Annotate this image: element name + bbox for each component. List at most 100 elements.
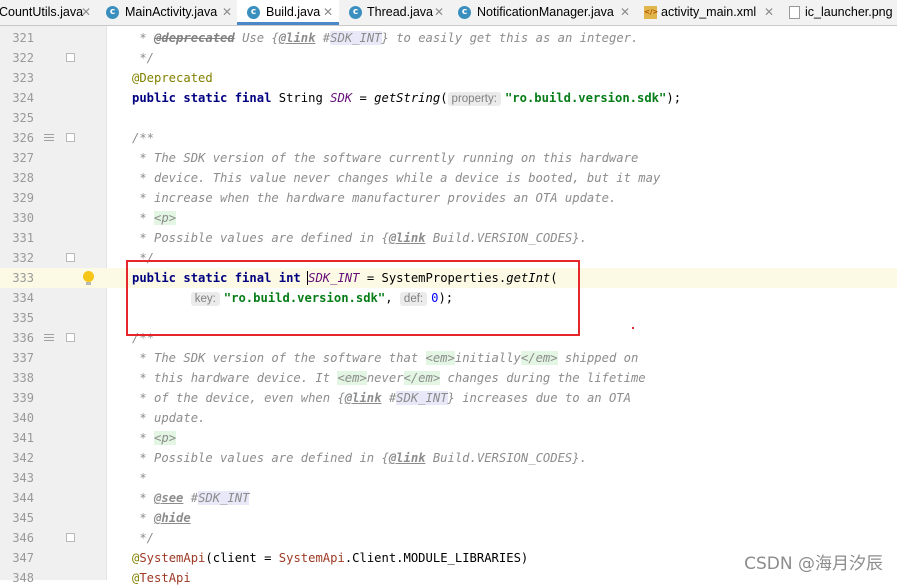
java-class-icon: c <box>247 6 260 19</box>
code-line: 326 /** <box>0 128 897 148</box>
code-text: * <p> <box>132 431 177 445</box>
code-text: * Possible values are defined in {@link … <box>132 231 587 245</box>
code-text: * device. This value never changes while… <box>132 171 661 185</box>
code-text: * The SDK version of the software that <… <box>132 351 639 365</box>
code-line: 341 * <p> <box>0 428 897 448</box>
line-number: 321 <box>12 31 34 45</box>
code-text: */ <box>132 51 155 65</box>
lightbulb-icon[interactable] <box>83 271 94 285</box>
line-number: 331 <box>12 231 34 245</box>
tab-ic-launcher[interactable]: ic_launcher.png <box>780 0 897 25</box>
code-text: * this hardware device. It <em>never</em… <box>132 371 646 385</box>
code-line: 323 @Deprecated <box>0 68 897 88</box>
tab-build[interactable]: c Build.java ✕ <box>237 0 339 25</box>
line-number: 326 <box>12 131 34 145</box>
line-number: 340 <box>12 411 34 425</box>
close-icon[interactable]: ✕ <box>81 0 91 25</box>
red-dot <box>632 327 634 329</box>
line-number: 345 <box>12 511 34 525</box>
close-icon[interactable]: ✕ <box>323 0 333 25</box>
code-line: 322 */ <box>0 48 897 68</box>
code-text: * update. <box>132 411 206 425</box>
close-icon[interactable]: ✕ <box>620 0 630 25</box>
line-number: 334 <box>12 291 34 305</box>
code-line: 338 * this hardware device. It <em>never… <box>0 368 897 388</box>
fold-end-icon[interactable] <box>66 533 75 542</box>
line-number: 347 <box>12 551 34 565</box>
code-line: 321 * @deprecated Use {@link #SDK_INT} t… <box>0 28 897 48</box>
image-file-icon <box>789 6 800 19</box>
code-text: * increase when the hardware manufacture… <box>132 191 617 205</box>
line-number: 346 <box>12 531 34 545</box>
tab-thread[interactable]: c Thread.java ✕ <box>339 0 448 25</box>
line-number: 344 <box>12 491 34 505</box>
line-number: 325 <box>12 111 34 125</box>
line-number: 333 <box>12 271 34 285</box>
line-number: 329 <box>12 191 34 205</box>
code-text: * @see #SDK_INT <box>132 491 250 505</box>
fold-start-icon[interactable] <box>66 133 75 142</box>
code-line: 339 * of the device, even when {@link #S… <box>0 388 897 408</box>
code-line: 342 * Possible values are defined in {@l… <box>0 448 897 468</box>
code-line: 330 * <p> <box>0 208 897 228</box>
line-number: 327 <box>12 151 34 165</box>
code-line: 343 * <box>0 468 897 488</box>
editor-tab-bar: CountUtils.java ✕ c MainActivity.java ✕ … <box>0 0 897 26</box>
code-line: 346 */ <box>0 528 897 548</box>
close-icon[interactable]: ✕ <box>764 0 774 25</box>
line-number: 348 <box>12 571 34 585</box>
line-number: 332 <box>12 251 34 265</box>
parameter-hint: property: <box>447 92 501 106</box>
watermark: CSDN @海月汐辰 <box>744 554 883 574</box>
code-line: 345 * @hide <box>0 508 897 528</box>
tab-label: MainActivity.java <box>125 5 218 19</box>
tab-label: activity_main.xml <box>661 5 757 19</box>
tab-countutils[interactable]: CountUtils.java ✕ <box>0 0 97 25</box>
tab-activity-main[interactable]: </> activity_main.xml ✕ <box>634 0 780 25</box>
line-number: 343 <box>12 471 34 485</box>
line-number: 330 <box>12 211 34 225</box>
line-number: 337 <box>12 351 34 365</box>
line-number: 338 <box>12 371 34 385</box>
code-text: @Deprecated <box>132 71 213 85</box>
line-number: 322 <box>12 51 34 65</box>
code-line: 324 public static final String SDK = get… <box>0 88 897 108</box>
code-line: 344 * @see #SDK_INT <box>0 488 897 508</box>
xml-file-icon: </> <box>644 6 658 19</box>
code-line: 329 * increase when the hardware manufac… <box>0 188 897 208</box>
tab-mainactivity[interactable]: c MainActivity.java ✕ <box>97 0 237 25</box>
code-text: @TestApi <box>132 571 191 585</box>
fold-end-icon[interactable] <box>66 53 75 62</box>
fold-end-icon[interactable] <box>66 253 75 262</box>
code-text: public static final String SDK = getStri… <box>132 91 682 106</box>
render-doc-icon[interactable] <box>44 334 54 343</box>
fold-start-icon[interactable] <box>66 333 75 342</box>
java-class-icon: c <box>349 6 362 19</box>
code-text: * @deprecated Use {@link #SDK_INT} to ea… <box>132 31 639 45</box>
tab-label: Build.java <box>266 5 321 19</box>
tab-notificationmanager[interactable]: c NotificationManager.java ✕ <box>448 0 634 25</box>
highlight-box <box>126 260 580 336</box>
code-line: 325 <box>0 108 897 128</box>
tab-label: CountUtils.java <box>0 5 84 19</box>
code-text: * <box>132 471 147 485</box>
close-icon[interactable]: ✕ <box>222 0 232 25</box>
tab-label: Thread.java <box>367 5 434 19</box>
code-text: */ <box>132 531 155 545</box>
render-doc-icon[interactable] <box>44 134 54 143</box>
line-number: 323 <box>12 71 34 85</box>
code-line: 327 * The SDK version of the software cu… <box>0 148 897 168</box>
line-number: 342 <box>12 451 34 465</box>
code-text: * <p> <box>132 211 177 225</box>
code-line: 328 * device. This value never changes w… <box>0 168 897 188</box>
line-number: 324 <box>12 91 34 105</box>
code-text: * @hide <box>132 511 191 525</box>
code-line: 337 * The SDK version of the software th… <box>0 348 897 368</box>
line-number: 335 <box>12 311 34 325</box>
code-line: 340 * update. <box>0 408 897 428</box>
close-icon[interactable]: ✕ <box>434 0 444 25</box>
java-class-icon: c <box>106 6 119 19</box>
code-text: * The SDK version of the software curren… <box>132 151 639 165</box>
line-number: 341 <box>12 431 34 445</box>
code-text: * Possible values are defined in {@link … <box>132 451 587 465</box>
